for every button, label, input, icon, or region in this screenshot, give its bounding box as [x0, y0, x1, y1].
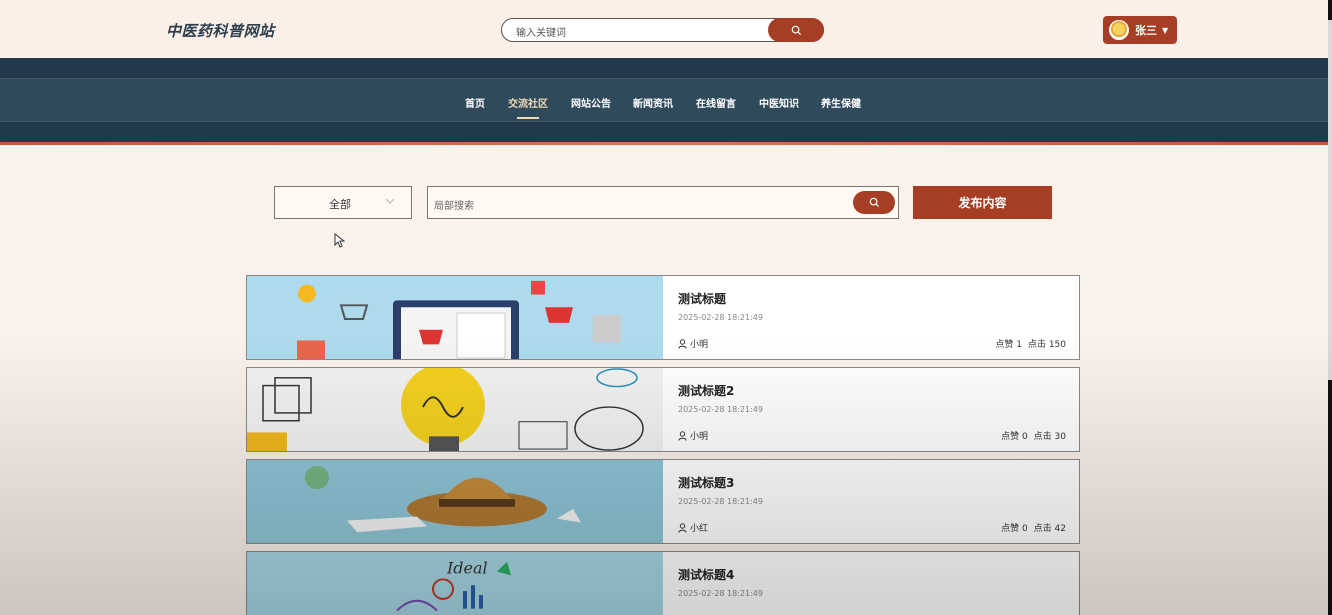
- nav-item-home[interactable]: 首页: [465, 95, 485, 110]
- post-title[interactable]: 测试标题3: [678, 474, 734, 491]
- nav-item-news[interactable]: 新闻资讯: [633, 95, 673, 110]
- post-thumbnail: Ideal: [247, 552, 663, 615]
- post-title[interactable]: 测试标题2: [678, 382, 734, 399]
- category-select[interactable]: 全部: [274, 186, 412, 219]
- post-author-name: 小明: [690, 432, 709, 442]
- header-search-box: 输入关键词: [501, 18, 824, 42]
- post-stats: 点赞 0 点击 42: [1001, 521, 1066, 534]
- main-nav: 首页 交流社区 网站公告 新闻资讯 在线留言 中医知识 养生保健: [0, 78, 1328, 122]
- user-name: 张三: [1135, 24, 1157, 37]
- post-likes: 点赞 0: [1001, 524, 1028, 534]
- post-clicks: 点击 30: [1033, 432, 1066, 442]
- search-icon: [869, 197, 879, 208]
- svg-text:Ideal: Ideal: [446, 559, 488, 578]
- post-clicks: 点击 150: [1027, 340, 1066, 350]
- avatar: [1109, 20, 1129, 40]
- page-scrollbar[interactable]: [1328, 0, 1332, 615]
- post-time: 2025-02-28 18:21:49: [678, 405, 763, 414]
- nav-item-community[interactable]: 交流社区: [508, 95, 548, 110]
- active-tab-indicator: [517, 117, 539, 119]
- post-time: 2025-02-28 18:21:49: [678, 313, 763, 322]
- main-nav-band: 首页 交流社区 网站公告 新闻资讯 在线留言 中医知识 养生保健: [0, 58, 1328, 143]
- post-time: 2025-02-28 18:21:49: [678, 497, 763, 506]
- nav-item-health[interactable]: 养生保健: [821, 95, 861, 110]
- user-menu-button[interactable]: 张三 ▼: [1103, 16, 1177, 44]
- post-author-name: 小明: [690, 340, 709, 350]
- post-likes: 点赞 1: [995, 340, 1022, 350]
- search-icon: [791, 25, 801, 35]
- post-time: 2025-02-28 18:21:49: [678, 589, 763, 598]
- local-search-button[interactable]: [853, 191, 895, 214]
- post-title[interactable]: 测试标题4: [678, 566, 734, 583]
- post-author: 小明: [678, 429, 708, 442]
- post-card[interactable]: 测试标题2 2025-02-28 18:21:49 小明 点赞 0 点击 30: [246, 367, 1080, 452]
- user-icon: [678, 338, 687, 349]
- post-card[interactable]: 测试标题 2025-02-28 18:21:49 小明 点赞 1 点击 150: [246, 275, 1080, 360]
- post-thumbnail: [247, 368, 663, 451]
- post-title[interactable]: 测试标题: [678, 290, 726, 307]
- post-author: 小红: [678, 521, 708, 534]
- top-header: 中医药科普网站 输入关键词 张三 ▼: [0, 3, 1328, 58]
- local-search-box: 局部搜索: [427, 186, 899, 219]
- publish-button[interactable]: 发布内容: [913, 186, 1052, 219]
- header-search-button[interactable]: [768, 18, 824, 42]
- site-logo-text[interactable]: 中医药科普网站: [166, 20, 275, 41]
- post-stats: 点赞 0 点击 30: [1001, 429, 1066, 442]
- chevron-down-icon: [385, 198, 395, 204]
- post-thumbnail: [247, 276, 663, 359]
- category-select-value: 全部: [329, 198, 351, 211]
- local-search-input[interactable]: 局部搜索: [434, 197, 474, 212]
- nav-item-announcements[interactable]: 网站公告: [571, 95, 611, 110]
- post-card[interactable]: 测试标题3 2025-02-28 18:21:49 小红 点赞 0 点击 42: [246, 459, 1080, 544]
- header-search-input[interactable]: 输入关键词: [516, 24, 566, 39]
- post-author: 小明: [678, 337, 708, 350]
- user-icon: [678, 522, 687, 533]
- post-stats: 点赞 1 点击 150: [995, 337, 1066, 350]
- post-likes: 点赞 0: [1001, 432, 1028, 442]
- post-thumbnail: [247, 460, 663, 543]
- post-clicks: 点击 42: [1033, 524, 1066, 534]
- mouse-cursor-icon: [334, 233, 345, 248]
- user-icon: [678, 430, 687, 441]
- caret-down-icon: ▼: [1162, 25, 1169, 35]
- scrollbar-thumb[interactable]: [1328, 20, 1332, 380]
- nav-divider: [0, 142, 1328, 145]
- nav-item-messages[interactable]: 在线留言: [696, 95, 736, 110]
- nav-item-tcm-knowledge[interactable]: 中医知识: [759, 95, 799, 110]
- post-card[interactable]: Ideal 测试标题4 2025-02-28 18:21:49: [246, 551, 1080, 615]
- post-author-name: 小红: [690, 524, 709, 534]
